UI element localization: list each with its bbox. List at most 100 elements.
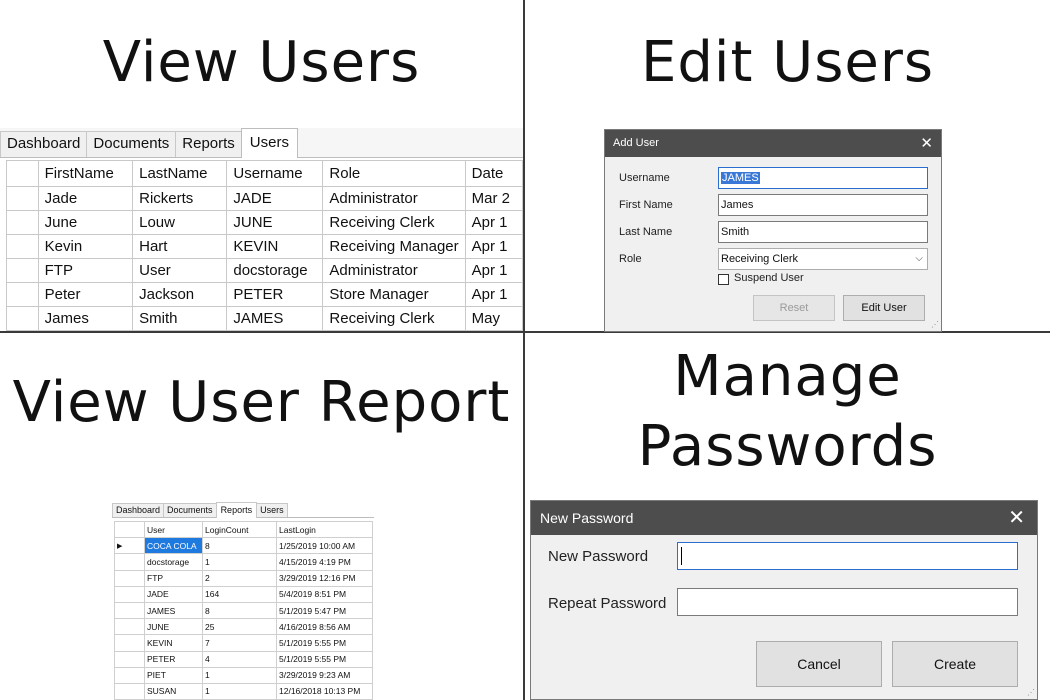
cell-logincount[interactable]: 7 bbox=[202, 634, 277, 652]
table-row[interactable]: KEVIN 7 5/1/2019 5:55 PM bbox=[114, 634, 373, 652]
row-pointer-icon[interactable]: ▶ bbox=[114, 537, 145, 555]
cell-user[interactable]: JADE bbox=[144, 585, 203, 603]
dialog-titlebar[interactable]: New Password ✕ bbox=[531, 501, 1037, 535]
cell-date[interactable]: Apr 1 bbox=[464, 282, 523, 307]
cell-lastname[interactable]: Jackson bbox=[132, 282, 228, 307]
table-row[interactable]: Jade Rickerts JADE Administrator Mar 2 bbox=[6, 186, 523, 211]
cell-logincount[interactable]: 164 bbox=[202, 585, 277, 603]
row-header[interactable] bbox=[114, 585, 145, 603]
row-header[interactable] bbox=[6, 234, 39, 259]
cell-logincount[interactable]: 2 bbox=[202, 569, 277, 587]
cell-lastlogin[interactable]: 1/25/2019 10:00 AM bbox=[276, 537, 373, 555]
row-header[interactable] bbox=[6, 186, 39, 211]
table-row[interactable]: SUSAN 1 12/16/2018 10:13 PM bbox=[114, 682, 373, 700]
cell-username[interactable]: docstorage bbox=[226, 258, 324, 283]
table-row[interactable]: James Smith JAMES Receiving Clerk May bbox=[6, 306, 523, 331]
cell-user[interactable]: COCA COLA bbox=[144, 537, 203, 555]
table-row[interactable]: PETER 4 5/1/2019 5:55 PM bbox=[114, 650, 373, 668]
resize-grip-icon[interactable]: ⋰ bbox=[1027, 688, 1035, 697]
column-header-logincount[interactable]: LoginCount bbox=[202, 520, 277, 539]
cell-lastname[interactable]: Hart bbox=[132, 234, 228, 259]
cell-lastlogin[interactable]: 4/15/2019 4:19 PM bbox=[276, 553, 373, 571]
row-header[interactable] bbox=[114, 569, 145, 587]
cell-lastlogin[interactable]: 4/16/2019 8:56 AM bbox=[276, 618, 373, 636]
cell-username[interactable]: KEVIN bbox=[226, 234, 324, 259]
cell-lastname[interactable]: Louw bbox=[132, 210, 228, 235]
cell-lastname[interactable]: Rickerts bbox=[132, 186, 228, 211]
cell-role[interactable]: Store Manager bbox=[322, 282, 466, 307]
cell-firstname[interactable]: Kevin bbox=[37, 234, 134, 259]
column-header-role[interactable]: Role bbox=[322, 160, 466, 187]
role-select[interactable]: Receiving Clerk ⌵ bbox=[718, 248, 928, 270]
row-header[interactable] bbox=[6, 210, 39, 235]
column-header-username[interactable]: Username bbox=[226, 160, 324, 187]
reset-button[interactable]: Reset bbox=[753, 295, 835, 321]
cell-lastname[interactable]: Smith bbox=[132, 306, 228, 331]
column-header-lastname[interactable]: LastName bbox=[132, 160, 228, 187]
create-button[interactable]: Create bbox=[892, 641, 1018, 687]
username-field[interactable]: JAMES bbox=[718, 167, 928, 189]
repeat-password-field[interactable] bbox=[677, 588, 1018, 616]
chevron-down-icon[interactable]: ⌵ bbox=[915, 249, 923, 269]
cell-firstname[interactable]: June bbox=[37, 210, 134, 235]
cell-logincount[interactable]: 1 bbox=[202, 666, 277, 684]
column-header-date[interactable]: Date bbox=[464, 160, 523, 187]
cell-username[interactable]: JUNE bbox=[226, 210, 324, 235]
tab-dashboard[interactable]: Dashboard bbox=[112, 503, 165, 517]
cell-lastname[interactable]: User bbox=[132, 258, 228, 283]
cell-logincount[interactable]: 8 bbox=[202, 537, 277, 555]
cell-firstname[interactable]: Jade bbox=[37, 186, 134, 211]
table-row[interactable]: ▶ COCA COLA 8 1/25/2019 10:00 AM bbox=[114, 537, 373, 555]
last-name-field[interactable]: Smith bbox=[718, 221, 928, 243]
row-header[interactable] bbox=[114, 553, 145, 571]
cell-date[interactable]: Apr 1 bbox=[464, 234, 523, 259]
row-header[interactable] bbox=[114, 650, 145, 668]
first-name-field[interactable]: James bbox=[718, 194, 928, 216]
cell-username[interactable]: JADE bbox=[226, 186, 324, 211]
cell-lastlogin[interactable]: 5/4/2019 8:51 PM bbox=[276, 585, 373, 603]
cell-role[interactable]: Administrator bbox=[322, 258, 466, 283]
cell-logincount[interactable]: 1 bbox=[202, 682, 277, 700]
cell-lastlogin[interactable]: 3/29/2019 12:16 PM bbox=[276, 569, 373, 587]
row-header[interactable] bbox=[6, 282, 39, 307]
row-header[interactable] bbox=[114, 618, 145, 636]
cell-user[interactable]: docstorage bbox=[144, 553, 203, 571]
close-icon[interactable]: ✕ bbox=[920, 130, 933, 157]
cell-lastlogin[interactable]: 3/29/2019 9:23 AM bbox=[276, 666, 373, 684]
cell-user[interactable]: SUSAN bbox=[144, 682, 203, 700]
column-header-user[interactable]: User bbox=[144, 520, 203, 539]
tab-users[interactable]: Users bbox=[256, 503, 288, 517]
cell-lastlogin[interactable]: 5/1/2019 5:47 PM bbox=[276, 601, 373, 620]
table-row[interactable]: June Louw JUNE Receiving Clerk Apr 1 bbox=[6, 210, 523, 235]
cell-role[interactable]: Receiving Clerk bbox=[322, 306, 466, 331]
table-row[interactable]: JADE 164 5/4/2019 8:51 PM bbox=[114, 585, 373, 603]
cell-lastlogin[interactable]: 12/16/2018 10:13 PM bbox=[276, 682, 373, 700]
column-header-firstname[interactable]: FirstName bbox=[37, 160, 134, 187]
cell-firstname[interactable]: FTP bbox=[37, 258, 134, 283]
cell-user[interactable]: PETER bbox=[144, 650, 203, 668]
row-header[interactable] bbox=[6, 258, 39, 283]
tab-users[interactable]: Users bbox=[240, 128, 298, 158]
close-icon[interactable]: ✕ bbox=[1008, 501, 1025, 535]
table-row[interactable]: Kevin Hart KEVIN Receiving Manager Apr 1 bbox=[6, 234, 523, 259]
cell-user[interactable]: KEVIN bbox=[144, 634, 203, 652]
cell-firstname[interactable]: James bbox=[37, 306, 134, 331]
cell-username[interactable]: PETER bbox=[226, 282, 324, 307]
row-header[interactable] bbox=[114, 682, 145, 700]
cell-user[interactable]: PIET bbox=[144, 666, 203, 684]
suspend-user-checkbox[interactable] bbox=[718, 274, 729, 285]
table-row[interactable]: docstorage 1 4/15/2019 4:19 PM bbox=[114, 553, 373, 571]
cell-logincount[interactable]: 8 bbox=[202, 601, 277, 620]
column-header-lastlogin[interactable]: LastLogin bbox=[276, 520, 373, 539]
tab-reports[interactable]: Reports bbox=[215, 502, 258, 518]
table-row[interactable]: JAMES 8 5/1/2019 5:47 PM bbox=[114, 601, 373, 620]
cell-role[interactable]: Receiving Clerk bbox=[322, 210, 466, 235]
cell-role[interactable]: Receiving Manager bbox=[322, 234, 466, 259]
cell-logincount[interactable]: 4 bbox=[202, 650, 277, 668]
resize-grip-icon[interactable]: ⋰ bbox=[931, 320, 939, 329]
cell-logincount[interactable]: 25 bbox=[202, 618, 277, 636]
row-header[interactable] bbox=[114, 634, 145, 652]
edit-user-button[interactable]: Edit User bbox=[843, 295, 925, 321]
cell-date[interactable]: Apr 1 bbox=[464, 258, 523, 283]
cell-date[interactable]: May bbox=[464, 306, 523, 331]
